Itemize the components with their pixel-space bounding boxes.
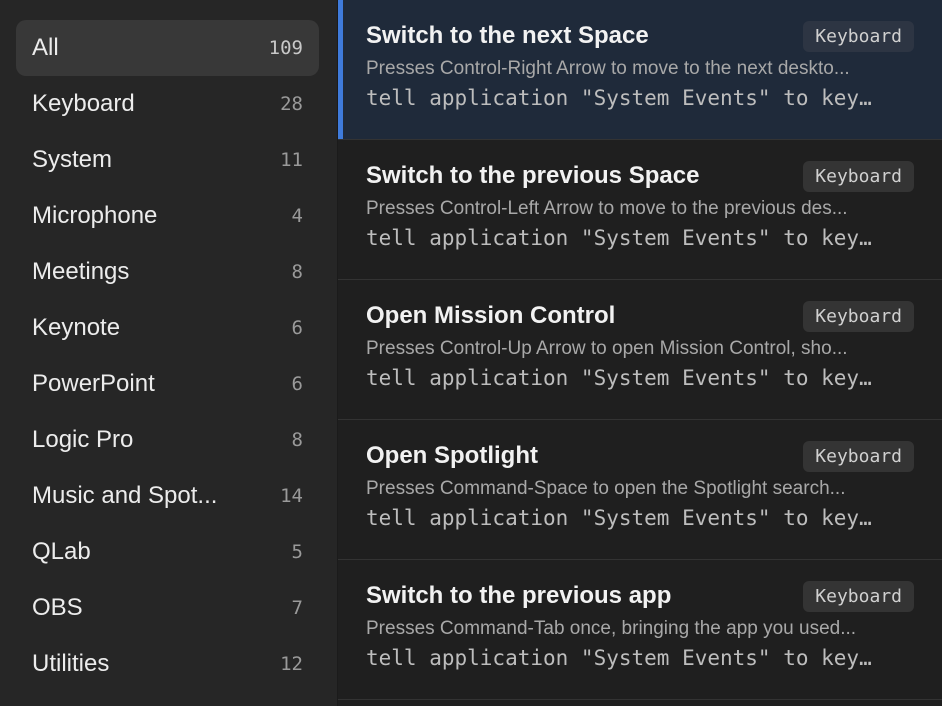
list-item-description: Presses Control-Up Arrow to open Mission… — [366, 338, 848, 359]
list-item-code-preview: tell application "System Events" to key… — [366, 646, 872, 670]
sidebar-item-count: 6 — [291, 317, 303, 339]
list-item-title: Open Spotlight — [366, 442, 538, 469]
list-item-header: Switch to the previous Space Keyboard — [366, 158, 914, 194]
list-item-header: Open Mission Control Keyboard — [366, 298, 914, 334]
list-item[interactable]: Open Spotlight Keyboard Presses Command-… — [338, 420, 942, 560]
list-item-description: Presses Command-Tab once, bringing the a… — [366, 618, 857, 639]
list-item-description: Presses Command-Space to open the Spotli… — [366, 478, 846, 499]
category-badge: Keyboard — [803, 160, 914, 192]
list-item-header: Open Spotlight Keyboard — [366, 438, 914, 474]
list-item[interactable]: Switch to the next Space Keyboard Presse… — [338, 0, 942, 140]
sidebar-item-label: Keynote — [32, 314, 121, 341]
sidebar-item-all[interactable]: All 109 — [16, 20, 319, 76]
list-item-code-preview: tell application "System Events" to key… — [366, 366, 872, 390]
sidebar-item-count: 14 — [280, 485, 303, 507]
list-item-title: Open Mission Control — [366, 302, 616, 329]
sidebar-item-label: Meetings — [32, 258, 130, 285]
category-badge: Keyboard — [803, 580, 914, 612]
list-item-header: Switch to the next Space Keyboard — [366, 18, 914, 54]
sidebar-item-count: 8 — [291, 261, 303, 283]
sidebar-item-label: Music and Spot... — [32, 482, 218, 509]
category-badge: Keyboard — [803, 440, 914, 472]
sidebar-item-music-and-spotify[interactable]: Music and Spot... 14 — [16, 468, 319, 524]
list-item-header: Switch to the previous app Keyboard — [366, 578, 914, 614]
sidebar-item-system[interactable]: System 11 — [16, 132, 319, 188]
sidebar-item-count: 7 — [291, 597, 303, 619]
sidebar-item-label: QLab — [32, 538, 91, 565]
list-item[interactable]: Switch to the previous Space Keyboard Pr… — [338, 140, 942, 280]
category-sidebar: All 109 Keyboard 28 System 11 Microphone… — [0, 0, 338, 706]
list-item-code-preview: tell application "System Events" to key… — [366, 86, 872, 110]
list-item[interactable]: Switch to the previous app Keyboard Pres… — [338, 560, 942, 700]
sidebar-item-meetings[interactable]: Meetings 8 — [16, 244, 319, 300]
list-item-title: Switch to the previous Space — [366, 162, 700, 189]
sidebar-item-microphone[interactable]: Microphone 4 — [16, 188, 319, 244]
sidebar-item-powerpoint[interactable]: PowerPoint 6 — [16, 356, 319, 412]
sidebar-item-label: Microphone — [32, 202, 158, 229]
list-item-title: Switch to the next Space — [366, 22, 649, 49]
sidebar-item-count: 5 — [291, 541, 303, 563]
sidebar-item-count: 12 — [280, 653, 303, 675]
sidebar-item-count: 8 — [291, 429, 303, 451]
sidebar-item-count: 109 — [268, 37, 303, 59]
sidebar-item-count: 28 — [280, 93, 303, 115]
list-item-description: Presses Control-Right Arrow to move to t… — [366, 58, 850, 79]
sidebar-item-label: All — [32, 34, 59, 61]
sidebar-item-label: Utilities — [32, 650, 110, 677]
sidebar-item-keynote[interactable]: Keynote 6 — [16, 300, 319, 356]
app-window: All 109 Keyboard 28 System 11 Microphone… — [0, 0, 942, 706]
sidebar-item-label: System — [32, 146, 113, 173]
sidebar-item-label: Logic Pro — [32, 426, 134, 453]
list-item-code-preview: tell application "System Events" to key… — [366, 506, 872, 530]
list-item-description: Presses Control-Left Arrow to move to th… — [366, 198, 848, 219]
sidebar-item-logic-pro[interactable]: Logic Pro 8 — [16, 412, 319, 468]
sidebar-item-obs[interactable]: OBS 7 — [16, 580, 319, 636]
sidebar-item-keyboard[interactable]: Keyboard 28 — [16, 76, 319, 132]
sidebar-item-label: OBS — [32, 594, 83, 621]
sidebar-item-utilities[interactable]: Utilities 12 — [16, 636, 319, 692]
sidebar-item-label: PowerPoint — [32, 370, 155, 397]
list-item-code-preview: tell application "System Events" to key… — [366, 226, 872, 250]
sidebar-item-count: 4 — [291, 205, 303, 227]
sidebar-item-count: 11 — [280, 149, 303, 171]
sidebar-item-qlab[interactable]: QLab 5 — [16, 524, 319, 580]
sidebar-item-count: 6 — [291, 373, 303, 395]
category-badge: Keyboard — [803, 300, 914, 332]
list-item[interactable]: Open Mission Control Keyboard Presses Co… — [338, 280, 942, 420]
category-badge: Keyboard — [803, 20, 914, 52]
list-item-title: Switch to the previous app — [366, 582, 672, 609]
script-list: Switch to the next Space Keyboard Presse… — [338, 0, 942, 706]
sidebar-item-label: Keyboard — [32, 90, 135, 117]
